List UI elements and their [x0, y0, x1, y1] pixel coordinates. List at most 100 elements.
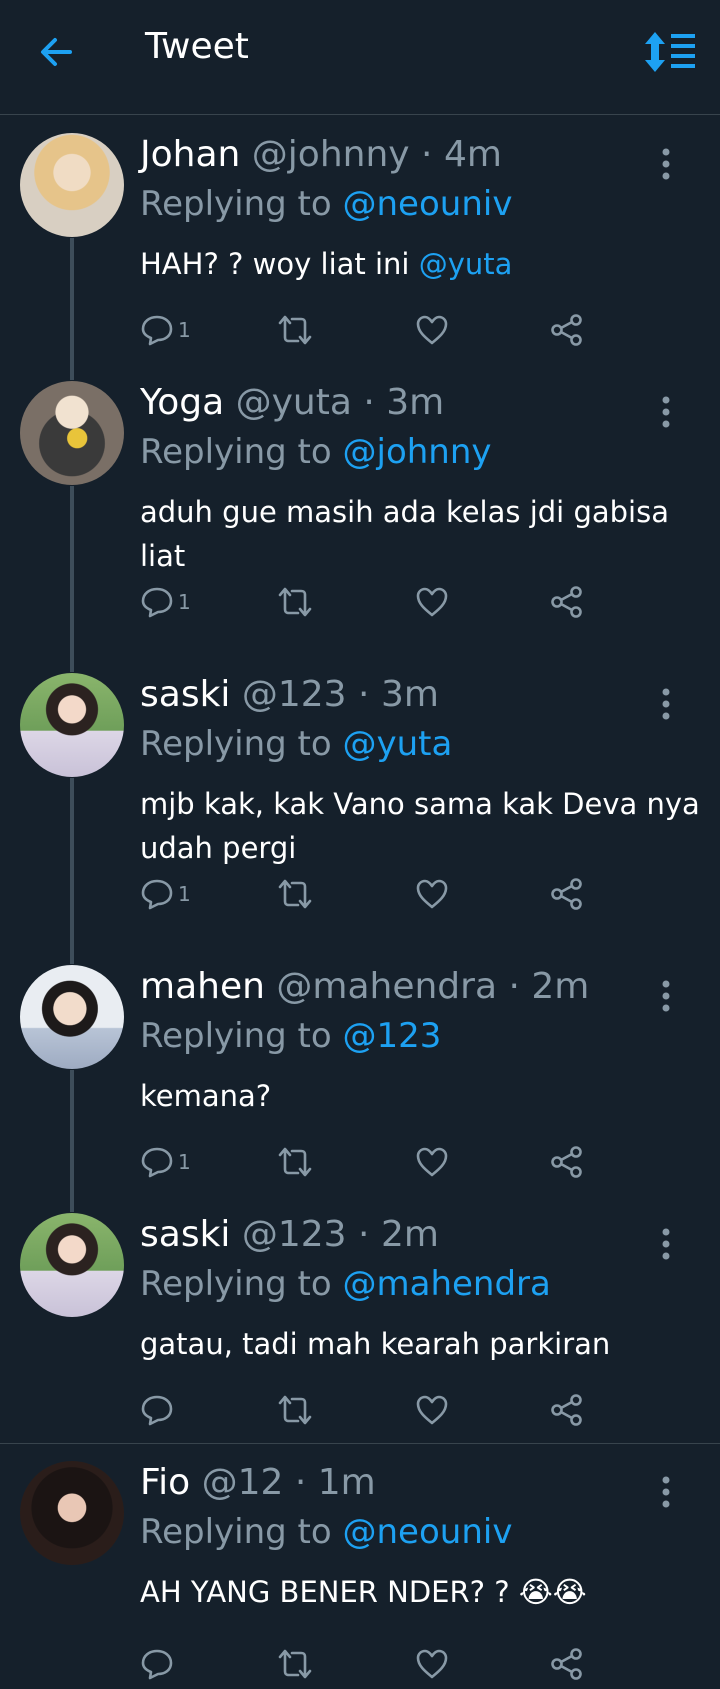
retweet-button[interactable]	[276, 1642, 314, 1686]
tweet-meta: Yoga @yuta · 3m	[140, 382, 444, 423]
display-name[interactable]: Yoga	[140, 382, 224, 423]
display-name[interactable]: mahen	[140, 966, 265, 1007]
retweet-button[interactable]	[276, 580, 314, 624]
username: @mahendra	[276, 966, 497, 1007]
timestamp: 3m	[380, 674, 439, 715]
like-button[interactable]	[415, 872, 449, 916]
display-name[interactable]: Johan	[140, 134, 240, 175]
timestamp: 3m	[386, 382, 445, 423]
share-button[interactable]	[550, 1642, 584, 1686]
heart-icon	[416, 1147, 448, 1177]
share-button[interactable]	[550, 308, 584, 352]
more-vertical-icon	[662, 1228, 670, 1260]
like-button[interactable]	[415, 1140, 449, 1184]
avatar[interactable]	[20, 1461, 124, 1565]
more-button[interactable]	[656, 1224, 676, 1264]
comment-icon	[141, 1649, 173, 1680]
reply-mention-link[interactable]: @neouniv	[343, 184, 513, 224]
reply-mention-link[interactable]: @johnny	[343, 432, 492, 472]
share-button[interactable]	[550, 872, 584, 916]
tweet-text: AH YANG BENER NDER? ? 😭😭	[140, 1575, 587, 1609]
reply-mention-link[interactable]: @mahendra	[343, 1264, 551, 1304]
like-button[interactable]	[415, 308, 449, 352]
comment-icon	[141, 1395, 173, 1426]
avatar[interactable]	[20, 381, 124, 485]
reply-button[interactable]: 1	[140, 580, 191, 624]
like-button[interactable]	[415, 580, 449, 624]
tweet[interactable]: Yoga @yuta · 3m Replying to @johnny aduh…	[0, 376, 720, 650]
top-bar: Tweet	[0, 0, 720, 115]
tweet-text: aduh gue masih ada kelas jdi gabisa liat	[140, 495, 669, 573]
more-button[interactable]	[656, 684, 676, 724]
share-button[interactable]	[550, 1388, 584, 1432]
share-icon	[551, 878, 582, 910]
retweet-icon	[278, 1649, 312, 1679]
retweet-button[interactable]	[276, 872, 314, 916]
retweet-icon	[278, 1147, 312, 1177]
sort-button[interactable]	[644, 30, 698, 74]
page-title: Tweet	[145, 26, 249, 67]
reply-mention-link[interactable]: @123	[343, 1016, 442, 1056]
retweet-button[interactable]	[276, 1140, 314, 1184]
tweet-actions	[140, 1388, 700, 1432]
timestamp: 2m	[380, 1214, 439, 1255]
tweet[interactable]: mahen @mahendra · 2m Replying to @123 ke…	[0, 960, 720, 1190]
thread-divider	[0, 1443, 720, 1444]
separator: ·	[358, 674, 370, 715]
mention-link[interactable]: @yuta	[419, 247, 513, 281]
reply-button[interactable]	[140, 1388, 178, 1432]
tweet-meta: Johan @johnny · 4m	[140, 134, 502, 175]
share-button[interactable]	[550, 580, 584, 624]
tweet-actions: 1	[140, 308, 700, 352]
like-button[interactable]	[415, 1388, 449, 1432]
retweet-icon	[278, 879, 312, 909]
reply-button[interactable]: 1	[140, 872, 191, 916]
tweet-text: HAH? ? woy liat ini @yuta	[140, 242, 700, 286]
reply-mention-link[interactable]: @neouniv	[343, 1512, 513, 1552]
reply-mention-link[interactable]: @yuta	[343, 724, 453, 764]
avatar[interactable]	[20, 1213, 124, 1317]
retweet-button[interactable]	[276, 308, 314, 352]
retweet-icon	[278, 1395, 312, 1425]
reply-button[interactable]: 1	[140, 1140, 191, 1184]
tweet[interactable]: Johan @johnny · 4m Replying to @neouniv …	[0, 128, 720, 358]
replying-to: Replying to @123	[140, 1016, 441, 1056]
arrow-left-icon	[41, 38, 72, 66]
avatar[interactable]	[20, 133, 124, 237]
reply-button[interactable]	[140, 1642, 178, 1686]
username: @123	[241, 1214, 347, 1255]
comment-icon	[141, 587, 173, 618]
heart-icon	[416, 1395, 448, 1425]
avatar[interactable]	[20, 965, 124, 1069]
heart-icon	[416, 587, 448, 617]
share-icon	[551, 1648, 582, 1680]
tweet-meta: saski @123 · 2m	[140, 1214, 439, 1255]
more-button[interactable]	[656, 1472, 676, 1512]
replying-to-label: Replying to	[140, 724, 332, 764]
more-button[interactable]	[656, 976, 676, 1016]
tweet-actions	[140, 1642, 700, 1686]
tweet[interactable]: saski @123 · 3m Replying to @yuta mjb ka…	[0, 668, 720, 942]
display-name[interactable]: saski	[140, 674, 230, 715]
display-name[interactable]: saski	[140, 1214, 230, 1255]
tweet[interactable]: saski @123 · 2m Replying to @mahendra ga…	[0, 1208, 720, 1438]
tweet[interactable]: Fio @12 · 1m Replying to @neouniv AH YAN…	[0, 1456, 720, 1689]
heart-icon	[416, 879, 448, 909]
replying-to: Replying to @neouniv	[140, 184, 512, 224]
sort-icon	[645, 32, 695, 72]
comment-icon	[141, 1147, 173, 1178]
more-button[interactable]	[656, 144, 676, 184]
timestamp: 1m	[317, 1462, 376, 1503]
tweet-actions: 1	[140, 1140, 700, 1184]
avatar[interactable]	[20, 673, 124, 777]
back-button[interactable]	[36, 32, 76, 72]
like-button[interactable]	[415, 1642, 449, 1686]
display-name[interactable]: Fio	[140, 1462, 190, 1503]
tweet-text: mjb kak, kak Vano sama kak Deva nya udah…	[140, 787, 700, 865]
tweet-text-body: HAH? ? woy liat ini	[140, 247, 419, 281]
reply-button[interactable]: 1	[140, 308, 191, 352]
share-button[interactable]	[550, 1140, 584, 1184]
replying-to-label: Replying to	[140, 432, 332, 472]
more-button[interactable]	[656, 392, 676, 432]
retweet-button[interactable]	[276, 1388, 314, 1432]
